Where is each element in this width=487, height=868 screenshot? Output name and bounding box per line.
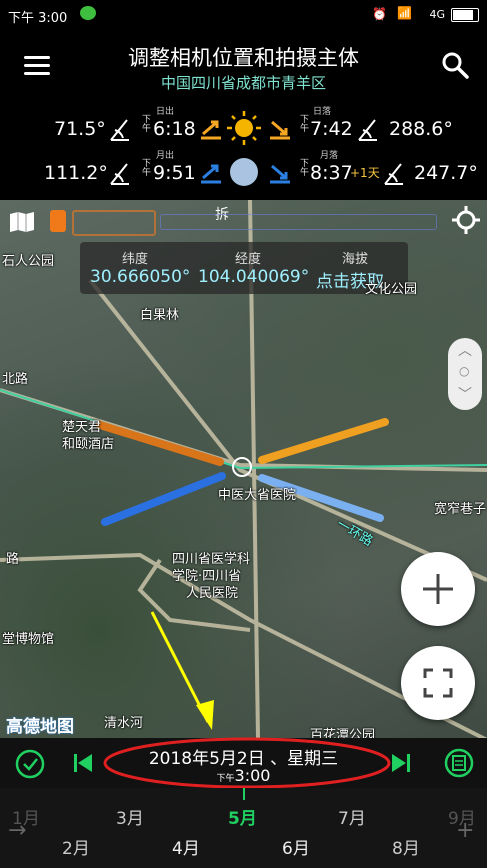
sunrise-direction-line [96, 421, 224, 466]
wechat-icon [80, 6, 96, 20]
moonrise-time: 9:51 [153, 162, 196, 184]
azimuth-icon [384, 163, 403, 185]
arrow-right-icon[interactable]: → [8, 818, 26, 843]
azimuth-icon [110, 163, 129, 185]
moonrise-direction-line [101, 472, 226, 526]
add-point-button[interactable] [401, 552, 475, 626]
azimuth-icon [358, 119, 377, 141]
calendar-icon[interactable] [444, 748, 474, 778]
sunset-azimuth: 288.6° [389, 118, 453, 140]
location-subtitle[interactable]: 中国四川省成都市青羊区 [0, 72, 487, 93]
moon-phase-strip[interactable] [160, 214, 437, 230]
sun-toggle[interactable] [50, 210, 66, 232]
sunset-arrow-icon [270, 120, 290, 140]
month-item[interactable]: 4月 [172, 834, 200, 859]
map-view[interactable]: 拆 纬度 经度 海拔 30.666050° 104.040069° 点击获取 石… [0, 200, 487, 738]
sunrise-azimuth: 71.5° [54, 118, 106, 140]
network-type: 4G [429, 8, 445, 21]
map-label: 宽窄巷子 [434, 502, 487, 517]
map-label: 白果林 [140, 308, 180, 323]
header: 调整相机位置和拍摄主体 中国四川省成都市青羊区 71.5° 下午 日出 6:18… [0, 30, 487, 200]
add-time-icon[interactable]: + [456, 818, 474, 843]
month-item-selected[interactable]: 5月 [228, 804, 257, 829]
month-item[interactable]: 2月 [62, 834, 90, 859]
map-label: 路 [6, 552, 20, 567]
search-icon[interactable] [440, 50, 470, 80]
map-label: 人民医院 [186, 586, 239, 601]
sunset-direction-line [258, 418, 389, 464]
moonset-arrow-icon [270, 164, 290, 184]
month-item[interactable]: 3月 [116, 804, 144, 829]
map-label: 文化公园 [365, 282, 418, 297]
moonrise-azimuth: 111.2° [44, 162, 108, 184]
moonset-time: 8:37 [310, 162, 353, 184]
sunrise-arrow-icon [201, 120, 221, 140]
sunrise-time: 6:18 [153, 118, 196, 140]
wifi-icon: 📶 [397, 6, 412, 20]
highlight-ellipse [103, 737, 391, 789]
date-bar: 2018年5月2日 、星期三 下午3:00 [0, 737, 487, 789]
alarm-icon: ⏰ [372, 7, 387, 21]
altitude-label: 海拔 [342, 252, 369, 267]
longitude-value: 104.040069° [198, 267, 310, 287]
latitude-value: 30.666050° [90, 267, 191, 287]
map-label: 清水河 [104, 716, 144, 731]
chevron-up-icon[interactable]: ︿ [458, 340, 472, 360]
month-item[interactable]: 6月 [282, 834, 310, 859]
sunset-label: 日落 [313, 107, 332, 117]
sunrise-label: 日出 [156, 107, 175, 117]
status-time: 下午 3:00 [8, 11, 68, 26]
map-label: 中医大省医院 [218, 488, 297, 503]
sun-icon [227, 111, 261, 145]
month-scroller[interactable]: 1月 2月 3月 4月 5月 6月 7月 8月 9月 → + [0, 788, 487, 868]
month-item[interactable]: 7月 [338, 804, 366, 829]
moonrise-arrow-icon [201, 164, 221, 184]
coordinates-panel: 纬度 经度 海拔 30.666050° 104.040069° 点击获取 [80, 242, 408, 294]
map-label: 和颐酒店 [62, 437, 115, 452]
plus-icon [423, 574, 453, 604]
status-bar: 下午 3:00 ⏰ 📶 4G [0, 0, 487, 30]
map-label: 北路 [2, 372, 29, 387]
moon-icon [230, 158, 258, 186]
sun-info-row: 71.5° 下午 日出 6:18 下午 日落 7:42 288.6° [0, 107, 487, 145]
map-label: 堂博物馆 [2, 632, 55, 647]
sunset-time: 7:42 [310, 118, 353, 140]
battery-icon [451, 8, 479, 22]
chevron-down-icon[interactable]: ﹀ [458, 384, 472, 404]
sun-phase-strip[interactable] [72, 210, 156, 236]
moon-info-row: 111.2° 下午 月出 9:51 下午 月落 8:37 +1天 247.7° [0, 151, 487, 188]
zoom-control[interactable]: ︿ ○ ﹀ [448, 338, 482, 410]
moonset-azimuth: 247.7° [414, 162, 478, 184]
month-item[interactable]: 8月 [392, 834, 420, 859]
map-layers-icon[interactable] [8, 210, 36, 232]
latitude-label: 纬度 [122, 252, 149, 267]
map-label: 石人公园 [2, 254, 55, 269]
moonset-next-day: +1天 [350, 166, 380, 180]
month-indicator [243, 788, 245, 800]
moonrise-label: 月出 [156, 151, 175, 161]
fullscreen-icon [423, 668, 453, 698]
longitude-label: 经度 [235, 252, 262, 267]
azimuth-icon [110, 119, 129, 141]
fullscreen-button[interactable] [401, 646, 475, 720]
page-title: 调整相机位置和拍摄主体 [128, 46, 359, 70]
zoom-dot-icon: ○ [459, 364, 470, 378]
moonset-label: 月落 [320, 151, 339, 161]
locate-icon[interactable] [452, 206, 480, 234]
amap-logo: 高德地图 [6, 717, 74, 737]
